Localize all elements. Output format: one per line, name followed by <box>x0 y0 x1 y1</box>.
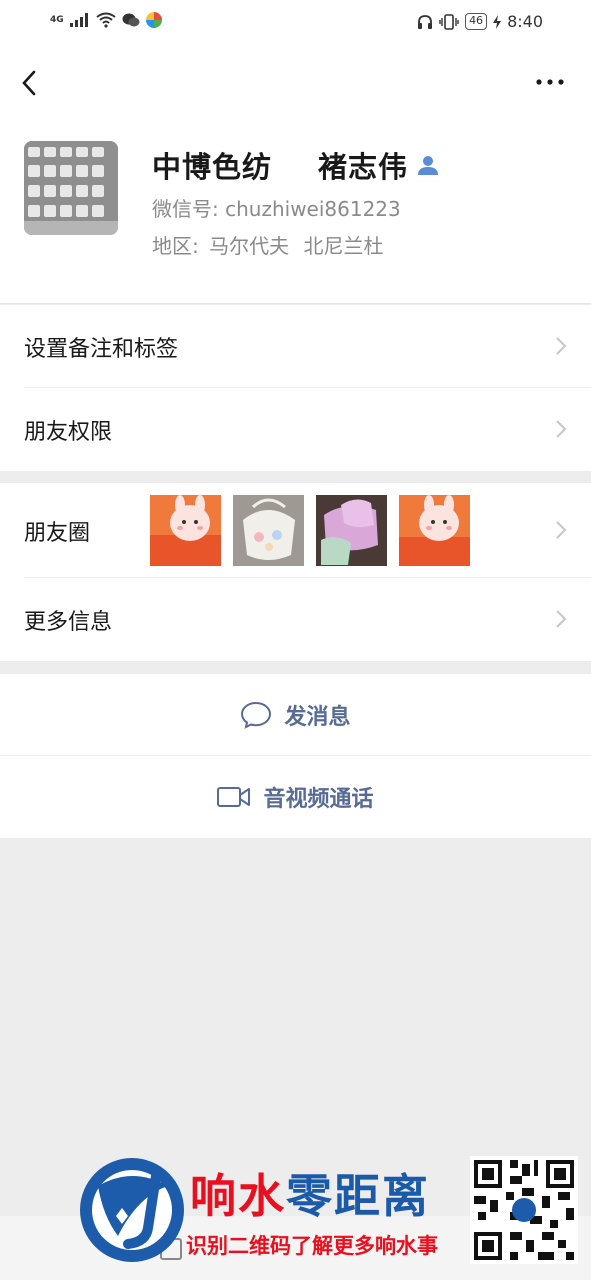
more-button[interactable] <box>535 72 565 92</box>
clock: 8:40 <box>507 12 543 31</box>
chevron-right-icon <box>556 420 567 438</box>
chevron-right-icon <box>556 610 567 628</box>
qr-code-image <box>470 1156 578 1264</box>
friend-permissions-label: 朋友权限 <box>24 419 113 445</box>
cell-signal-icon <box>69 13 88 27</box>
moments-photo-2[interactable] <box>233 495 304 566</box>
charging-icon <box>493 14 502 29</box>
chevron-right-icon <box>556 521 567 539</box>
moments-thumbnails <box>150 495 470 566</box>
av-call-button[interactable]: 音视频通话 <box>0 756 591 838</box>
watermark-title-blue: 零距离 <box>286 1169 430 1223</box>
moments-photo-4[interactable] <box>399 495 470 566</box>
vibrate-icon <box>439 13 459 30</box>
chat-bubble-icon <box>241 701 272 729</box>
wechat-id-label: 微信号: <box>152 197 219 221</box>
signal-label: 4G <box>50 15 64 25</box>
status-right: 46 8:40 <box>417 12 543 31</box>
watermark-banner: 响水零距离 识别二维码了解更多响水事 <box>0 1150 591 1280</box>
moments-photo-3[interactable] <box>316 495 387 566</box>
region-area: 北尼兰杜 <box>303 234 384 258</box>
more-info-row[interactable]: 更多信息 <box>0 578 591 661</box>
wechat-id-line: 微信号: chuzhiwei861223 <box>152 193 401 222</box>
name-row: 中博色纺 褚志伟 <box>152 144 440 186</box>
gender-male-icon <box>418 156 439 175</box>
watermark-logo <box>80 1158 184 1262</box>
wechat-id-value: chuzhiwei861223 <box>225 197 401 221</box>
moments-photo-1[interactable] <box>150 495 221 566</box>
send-message-button[interactable]: 发消息 <box>0 674 591 756</box>
chevron-right-icon <box>556 337 567 355</box>
battery-indicator: 46 <box>465 13 488 30</box>
region-label: 地区: <box>152 234 199 258</box>
video-camera-icon <box>217 787 251 807</box>
info-section: 朋友圈 更多信息 <box>0 483 591 661</box>
friend-permissions-row[interactable]: 朋友权限 <box>0 388 591 471</box>
region-country: 马尔代夫 <box>209 234 290 258</box>
status-left: 4G <box>50 12 162 28</box>
watermark-title-red: 响水 <box>190 1169 286 1223</box>
remark-tags-row[interactable]: 设置备注和标签 <box>0 305 591 388</box>
moments-label: 朋友圈 <box>24 520 91 546</box>
moments-row[interactable]: 朋友圈 <box>0 483 591 578</box>
headphones-icon <box>418 14 433 29</box>
remark-tags-label: 设置备注和标签 <box>24 336 179 362</box>
send-message-label: 发消息 <box>284 705 351 730</box>
top-navigation <box>0 46 591 120</box>
settings-section: 设置备注和标签 朋友权限 <box>0 305 591 471</box>
chevron-left-icon <box>22 70 36 96</box>
more-info-label: 更多信息 <box>24 609 113 635</box>
profile-card: 中博色纺 褚志伟 微信号: chuzhiwei861223 地区: 马尔代夫 北… <box>0 120 591 304</box>
actions-section: 发消息 音视频通话 <box>0 674 591 838</box>
watermark-title: 响水零距离 <box>190 1160 430 1226</box>
wifi-icon <box>96 12 116 28</box>
av-call-label: 音视频通话 <box>263 787 374 812</box>
display-name: 中博色纺 <box>152 150 273 184</box>
more-icon <box>536 79 564 85</box>
real-name: 褚志伟 <box>318 150 409 184</box>
wechat-notification-icon <box>122 13 140 27</box>
back-button[interactable] <box>16 66 46 100</box>
app-notification-icon <box>145 12 162 28</box>
contact-profile-page: 4G 46 8:40 中博色纺 褚志伟 微信号: chuzhiwei861223… <box>0 0 591 1280</box>
avatar-image <box>24 141 118 235</box>
avatar[interactable] <box>24 141 118 235</box>
region-line: 地区: 马尔代夫 北尼兰杜 <box>152 230 383 259</box>
watermark-subtitle: 识别二维码了解更多响水事 <box>186 1233 438 1258</box>
status-bar: 4G 46 8:40 <box>0 0 591 46</box>
